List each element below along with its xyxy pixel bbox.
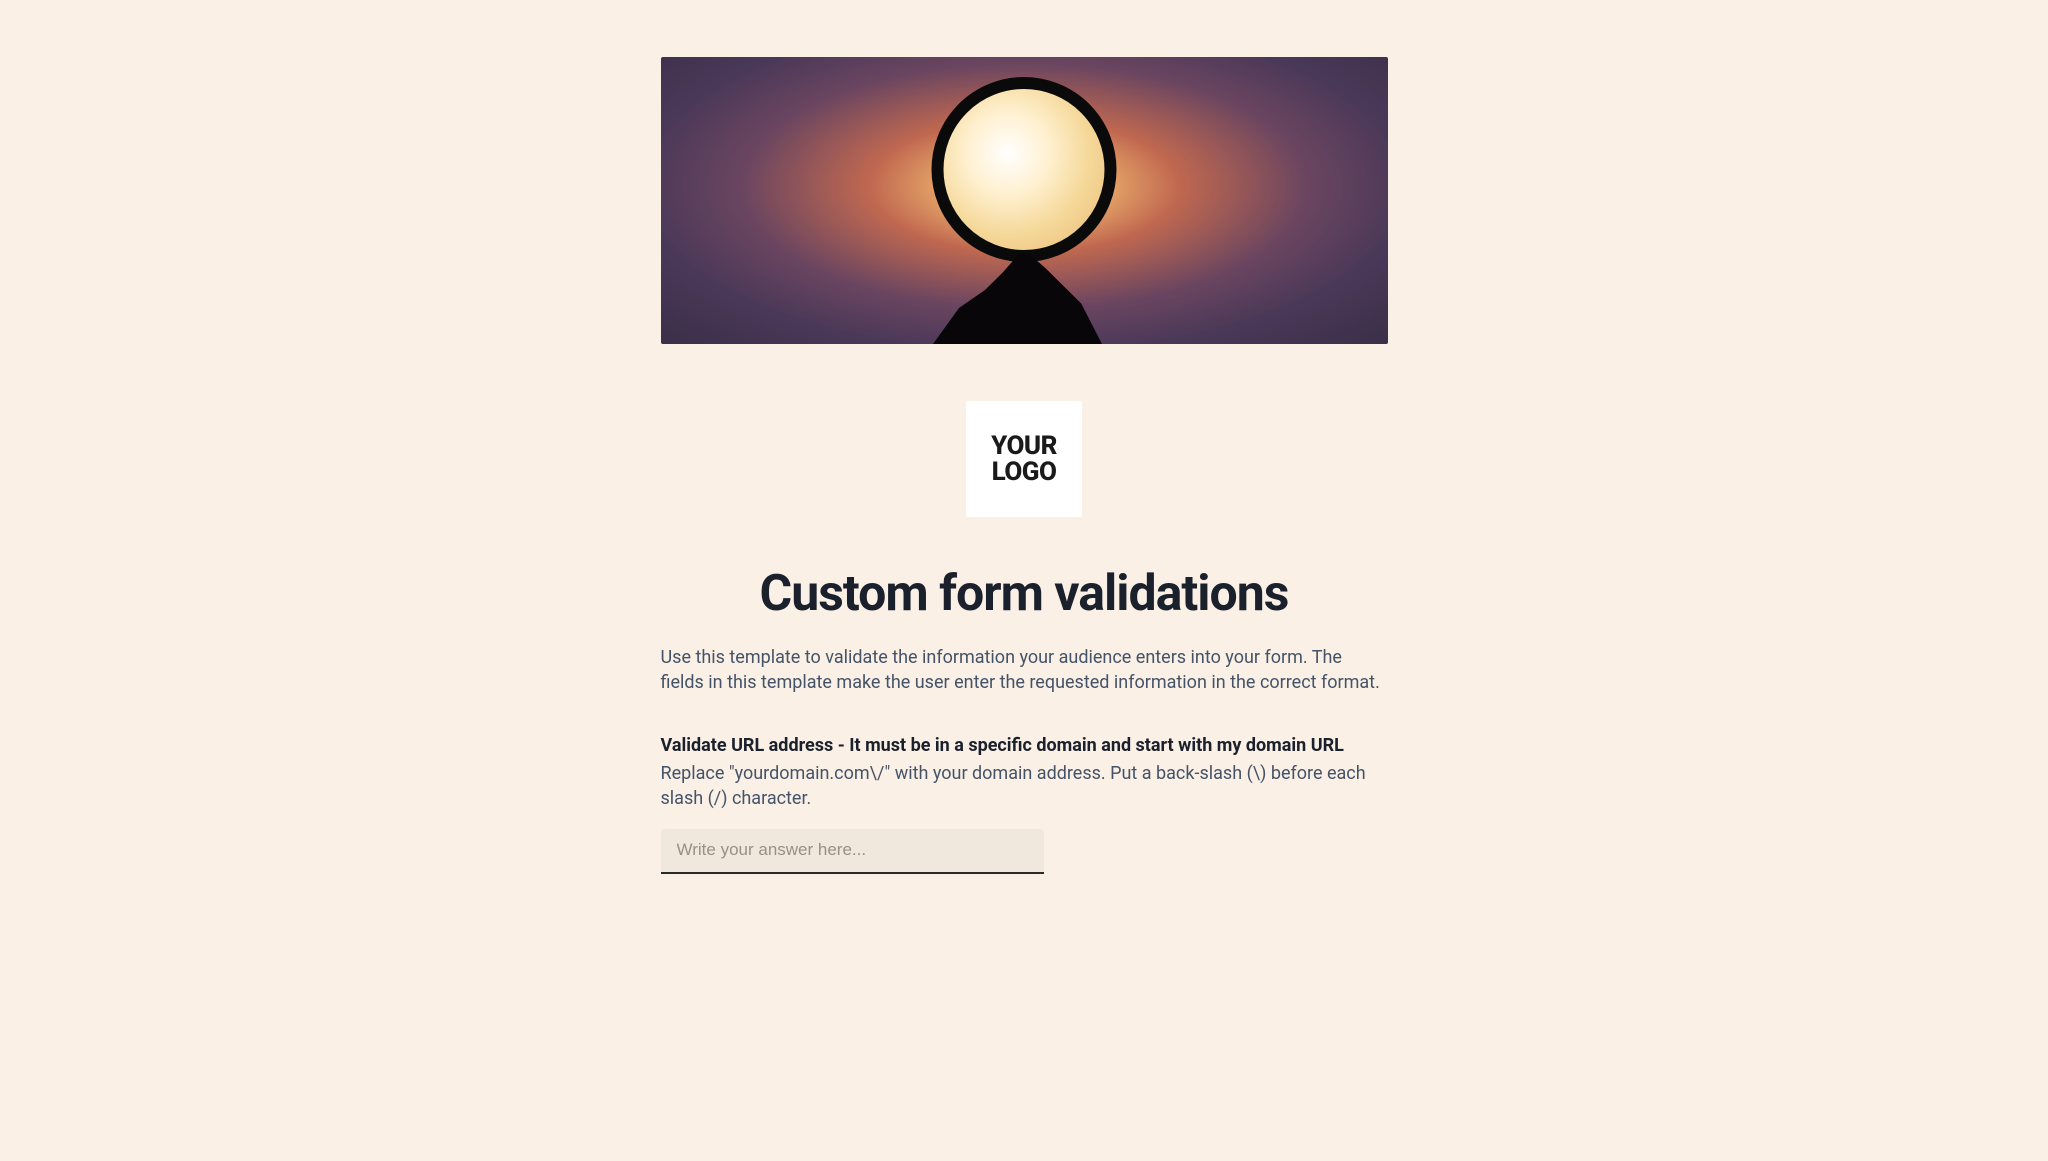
url-field-help: Replace "yourdomain.com\/" with your dom… bbox=[661, 761, 1388, 811]
form-container: YOUR LOGO Custom form validations Use th… bbox=[661, 57, 1388, 1161]
sun-circle-graphic bbox=[932, 77, 1117, 262]
url-input[interactable] bbox=[661, 829, 1044, 874]
form-title: Custom form validations bbox=[661, 565, 1388, 623]
logo-placeholder: YOUR LOGO bbox=[966, 401, 1082, 517]
hero-background bbox=[661, 57, 1388, 344]
hero-image bbox=[661, 57, 1388, 344]
logo-text-line2: LOGO bbox=[992, 459, 1057, 485]
logo-text-line1: YOUR bbox=[991, 433, 1057, 459]
form-description: Use this template to validate the inform… bbox=[661, 645, 1388, 695]
url-field-label: Validate URL address - It must be in a s… bbox=[661, 733, 1388, 758]
hand-silhouette-graphic bbox=[894, 254, 1154, 344]
url-field-group: Validate URL address - It must be in a s… bbox=[661, 733, 1388, 874]
